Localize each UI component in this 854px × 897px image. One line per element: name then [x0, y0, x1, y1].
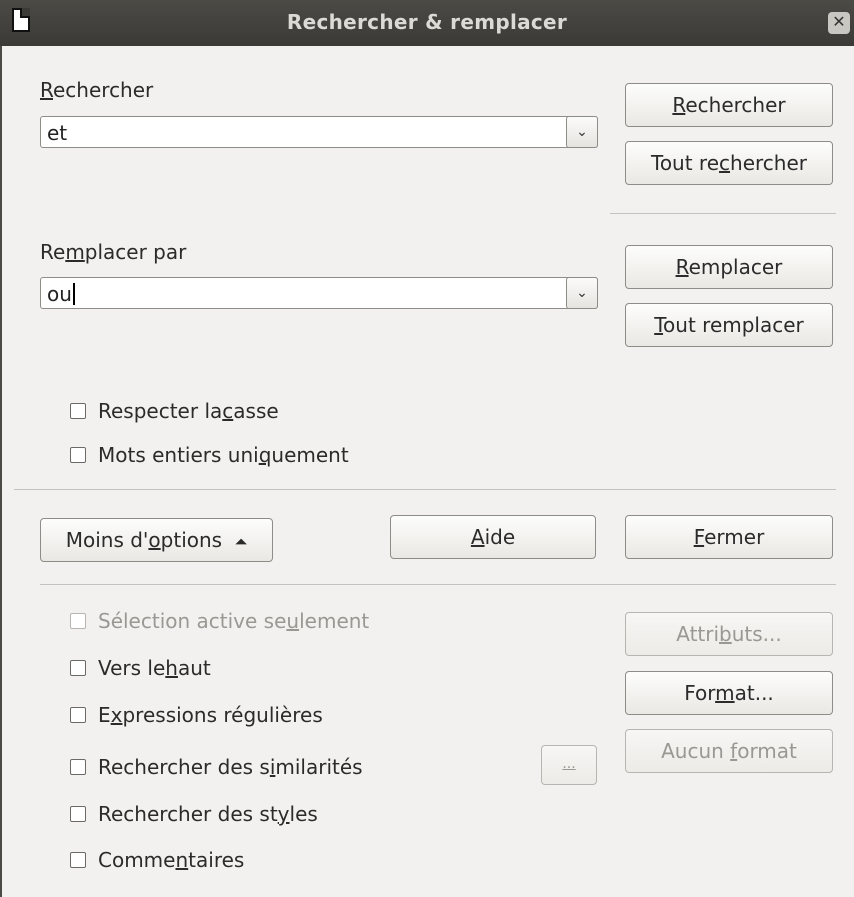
checkbox-box[interactable] — [70, 806, 86, 822]
checkbox-box[interactable] — [70, 707, 86, 723]
title-bar[interactable]: Rechercher & remplacer ✕ — [0, 0, 854, 46]
similarity-search-checkbox[interactable]: Rechercher des s i milarités — [70, 755, 363, 779]
replace-all-button[interactable]: Tout remplacer — [625, 303, 833, 347]
regular-expressions-checkbox[interactable]: Ex pressions régulières — [70, 703, 323, 727]
chevron-up-icon: ⏶ — [234, 532, 248, 551]
window-border — [0, 46, 2, 897]
current-selection-only-checkbox: Sélection active se u lement — [70, 609, 369, 633]
checkbox-box[interactable] — [70, 759, 86, 775]
similarity-settings-button: ... — [541, 745, 597, 785]
separator — [14, 489, 836, 490]
checkbox-box[interactable] — [70, 852, 86, 868]
replace-label: Remplacer par — [40, 240, 187, 264]
find-all-button[interactable]: Tout rechercher — [625, 141, 833, 185]
chevron-down-icon: ⌄ — [576, 124, 588, 140]
separator — [40, 584, 836, 585]
checkbox-box[interactable] — [70, 403, 86, 419]
close-button[interactable]: ✕ — [828, 12, 850, 34]
checkbox-box[interactable] — [70, 447, 86, 463]
search-button[interactable]: Rechercher — [625, 83, 833, 127]
replace-button[interactable]: Remplacer — [625, 245, 833, 289]
checkbox-box — [70, 613, 86, 629]
replace-history-dropdown[interactable]: ⌄ — [566, 277, 598, 309]
separator — [610, 213, 836, 214]
fewer-options-button[interactable]: Moins d'options ⏶ — [40, 518, 273, 562]
help-button[interactable]: Aide — [390, 515, 596, 559]
attributes-button: Attributs... — [625, 612, 833, 656]
search-styles-checkbox[interactable]: Rechercher des st y les — [70, 802, 318, 826]
search-history-dropdown[interactable]: ⌄ — [566, 116, 598, 148]
checkbox-box[interactable] — [70, 660, 86, 676]
search-label: Rechercher — [40, 78, 154, 102]
find-replace-dialog: Rechercher & remplacer ✕ Rechercher et ⌄… — [0, 0, 854, 897]
format-button[interactable]: Format... — [625, 671, 833, 715]
replace-combobox[interactable]: ou ⌄ — [40, 277, 598, 309]
match-case-checkbox[interactable]: Respecter la c asse — [70, 399, 279, 423]
no-format-button: Aucun format — [625, 729, 833, 773]
text-caret — [72, 283, 75, 305]
replace-input[interactable]: ou — [47, 282, 75, 306]
chevron-down-icon: ⌄ — [576, 285, 588, 301]
window-title: Rechercher & remplacer — [286, 10, 568, 34]
close-dialog-button[interactable]: Fermer — [625, 515, 833, 559]
backwards-checkbox[interactable]: Vers le h aut — [70, 656, 211, 680]
search-input[interactable]: et — [47, 121, 67, 145]
search-combobox[interactable]: et ⌄ — [40, 116, 598, 148]
whole-words-checkbox[interactable]: Mots entiers uni q uement — [70, 443, 349, 467]
comments-checkbox[interactable]: Comme n taires — [70, 848, 244, 872]
